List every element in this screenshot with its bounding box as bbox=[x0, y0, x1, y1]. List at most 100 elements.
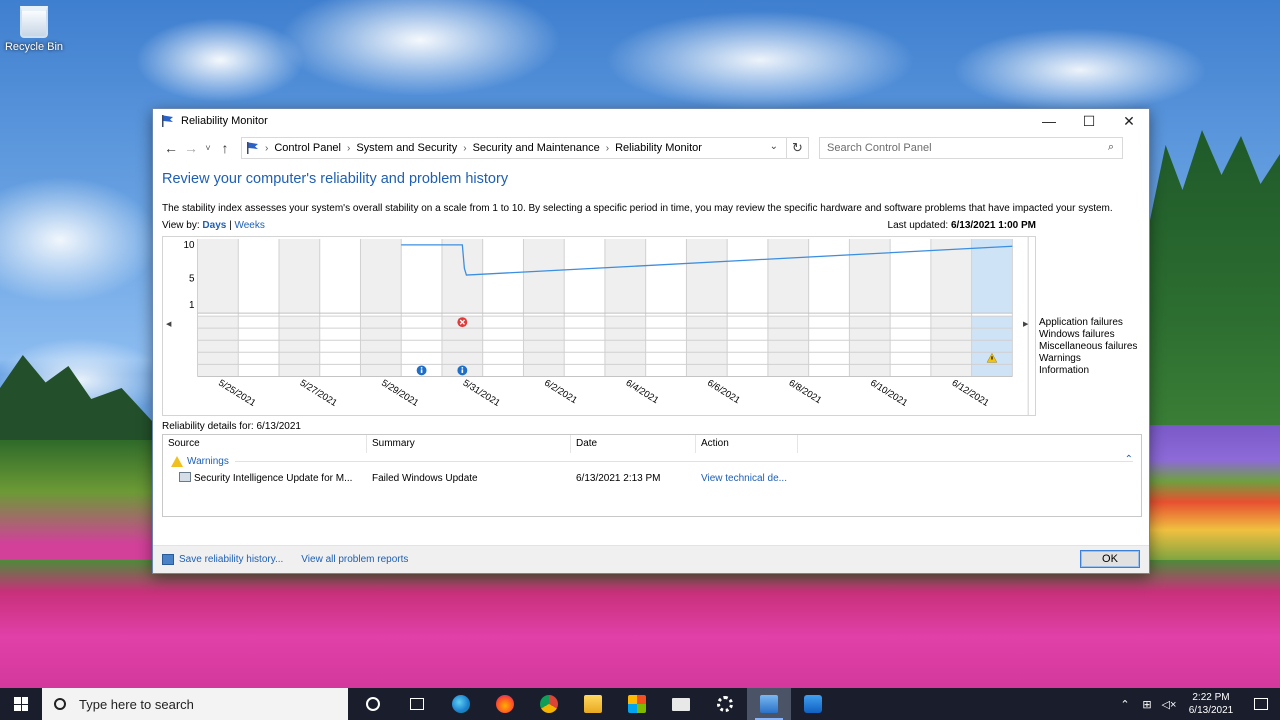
pinned-app-icon[interactable] bbox=[791, 688, 835, 720]
control-panel-taskbar-icon[interactable] bbox=[747, 688, 791, 720]
chart-column-bottom bbox=[564, 316, 605, 377]
settings-gear-icon[interactable] bbox=[703, 688, 747, 720]
y-tick-label: 5 bbox=[189, 273, 195, 284]
breadcrumb-control-panel[interactable]: Control Panel bbox=[274, 142, 341, 154]
chart-column-top bbox=[564, 238, 605, 314]
breadcrumb-separator-icon: › bbox=[463, 142, 467, 154]
warnings-group-header[interactable]: Warnings ⌃ bbox=[163, 453, 1141, 469]
forward-arrow-icon[interactable]: → bbox=[181, 140, 201, 156]
chart-column-top bbox=[727, 238, 768, 314]
firefox-icon[interactable] bbox=[483, 688, 527, 720]
scroll-left-icon[interactable]: ◀ bbox=[166, 320, 171, 328]
maximize-button[interactable]: ☐ bbox=[1069, 109, 1109, 133]
recycle-bin-desktop-icon[interactable]: Recycle Bin bbox=[4, 6, 64, 53]
chart-column-top bbox=[482, 238, 524, 314]
y-tick-label: 1 bbox=[189, 300, 195, 311]
window-footer: Save reliability history... View all pro… bbox=[153, 545, 1149, 573]
search-input[interactable]: Search Control Panel ⌕ bbox=[819, 137, 1123, 159]
chart-column-bottom bbox=[278, 316, 320, 377]
cortana-icon[interactable] bbox=[351, 688, 395, 720]
refresh-icon[interactable]: ↻ bbox=[787, 137, 809, 159]
save-history-link[interactable]: Save reliability history... bbox=[162, 554, 283, 565]
x-tick-label: 6/8/2021 bbox=[787, 377, 824, 406]
back-arrow-icon[interactable]: ← bbox=[161, 140, 181, 156]
clock-time: 2:22 PM bbox=[1192, 692, 1230, 703]
wallpaper-meadow-left bbox=[0, 440, 152, 570]
chart-column-bottom bbox=[849, 316, 891, 377]
chart-column-top bbox=[645, 238, 687, 314]
search-placeholder: Search Control Panel bbox=[827, 142, 932, 154]
breadcrumb-system-and-security[interactable]: System and Security bbox=[356, 142, 457, 154]
legend-application-failures: Application failures bbox=[1039, 317, 1123, 328]
volume-icon[interactable]: ◁× bbox=[1158, 698, 1180, 711]
legend-misc-failures: Miscellaneous failures bbox=[1039, 341, 1138, 352]
view-weeks-link[interactable]: Weeks bbox=[234, 220, 264, 231]
scroll-right-icon[interactable]: ▶ bbox=[1023, 320, 1028, 328]
x-tick-label: 5/31/2021 bbox=[461, 377, 502, 408]
column-source[interactable]: Source bbox=[163, 435, 367, 453]
task-view-icon[interactable] bbox=[395, 688, 439, 720]
network-icon[interactable]: ⊞ bbox=[1136, 698, 1158, 711]
last-updated-label: Last updated: bbox=[887, 220, 949, 231]
warnings-group-label: Warnings bbox=[187, 455, 229, 467]
breadcrumb-security-and-maintenance[interactable]: Security and Maintenance bbox=[473, 142, 600, 154]
minimize-button[interactable]: — bbox=[1029, 109, 1069, 133]
address-bar[interactable]: › Control Panel › System and Security › … bbox=[241, 137, 787, 159]
x-tick-label: 5/27/2021 bbox=[298, 377, 339, 408]
edge-icon[interactable] bbox=[439, 688, 483, 720]
start-button[interactable] bbox=[0, 688, 42, 720]
breadcrumb-reliability-monitor[interactable]: Reliability Monitor bbox=[615, 142, 702, 154]
details-table: Source Summary Date Action Warnings ⌃ Se… bbox=[162, 434, 1142, 517]
chrome-icon[interactable] bbox=[527, 688, 571, 720]
column-summary[interactable]: Summary bbox=[367, 435, 571, 453]
reliability-chart-area: 10 5 1 5/25/2021 5/27/2021 5/29/2021 5/31/2021… bbox=[162, 236, 1140, 416]
chart-column-bottom bbox=[482, 316, 524, 377]
show-hidden-icons-chevron-icon[interactable]: ⌃ bbox=[1114, 698, 1136, 711]
chart-column-top bbox=[319, 238, 361, 314]
search-icon: ⌕ bbox=[1107, 141, 1114, 153]
view-technical-details-link[interactable]: View technical de... bbox=[696, 473, 826, 484]
last-updated-value: 6/13/2021 1:00 PM bbox=[950, 220, 1036, 231]
title-bar[interactable]: Reliability Monitor — ☐ ✕ bbox=[153, 109, 1149, 133]
column-action[interactable]: Action bbox=[696, 435, 798, 453]
address-dropdown-icon[interactable]: ⌄ bbox=[770, 141, 778, 152]
search-icon bbox=[54, 698, 66, 710]
up-arrow-icon[interactable]: ↑ bbox=[215, 140, 235, 156]
chart-column-top bbox=[197, 238, 239, 314]
close-button[interactable]: ✕ bbox=[1109, 109, 1149, 133]
info-event-mark bbox=[420, 369, 423, 373]
chart-column-bottom bbox=[238, 316, 279, 377]
notification-center-icon[interactable] bbox=[1242, 688, 1280, 720]
row-source: Security Intelligence Update for M... bbox=[163, 472, 367, 484]
details-header: Source Summary Date Action bbox=[163, 435, 1141, 453]
view-by-bar: View by: Days | Weeks Last updated: 6/13… bbox=[162, 220, 1140, 234]
view-days-link[interactable]: Days bbox=[202, 220, 226, 231]
wallpaper-fields bbox=[1150, 425, 1280, 565]
save-history-label: Save reliability history... bbox=[179, 554, 284, 565]
chart-column-top bbox=[686, 238, 728, 314]
info-event-dot bbox=[420, 366, 423, 369]
reliability-chart[interactable]: 10 5 1 5/25/2021 5/27/2021 5/29/2021 5/31/2021… bbox=[162, 236, 1036, 416]
taskbar-clock[interactable]: 2:22 PM 6/13/2021 bbox=[1180, 691, 1242, 717]
mail-icon[interactable] bbox=[659, 688, 703, 720]
x-tick-label: 5/25/2021 bbox=[217, 377, 258, 408]
chart-column-bottom bbox=[971, 316, 1013, 377]
warning-icon bbox=[171, 455, 183, 467]
ok-button[interactable]: OK bbox=[1080, 550, 1140, 568]
collapse-chevron-icon[interactable]: ⌃ bbox=[1125, 454, 1133, 465]
chart-column-bottom bbox=[604, 316, 646, 377]
recent-dropdown-icon[interactable]: ˅ bbox=[201, 143, 215, 153]
chart-column-top bbox=[971, 238, 1013, 314]
view-problem-reports-link[interactable]: View all problem reports bbox=[301, 554, 408, 565]
info-event-dot bbox=[461, 366, 464, 369]
column-date[interactable]: Date bbox=[571, 435, 696, 453]
table-row[interactable]: Security Intelligence Update for M... Fa… bbox=[163, 469, 1141, 487]
group-divider bbox=[234, 460, 1133, 462]
microsoft-store-icon[interactable] bbox=[615, 688, 659, 720]
chart-column-bottom bbox=[360, 316, 402, 377]
row-summary: Failed Windows Update bbox=[372, 472, 478, 484]
file-explorer-icon[interactable] bbox=[571, 688, 615, 720]
taskbar-search-box[interactable]: Type here to search bbox=[42, 688, 348, 720]
recycle-bin-label: Recycle Bin bbox=[4, 41, 64, 53]
chart-column-top bbox=[278, 238, 320, 314]
